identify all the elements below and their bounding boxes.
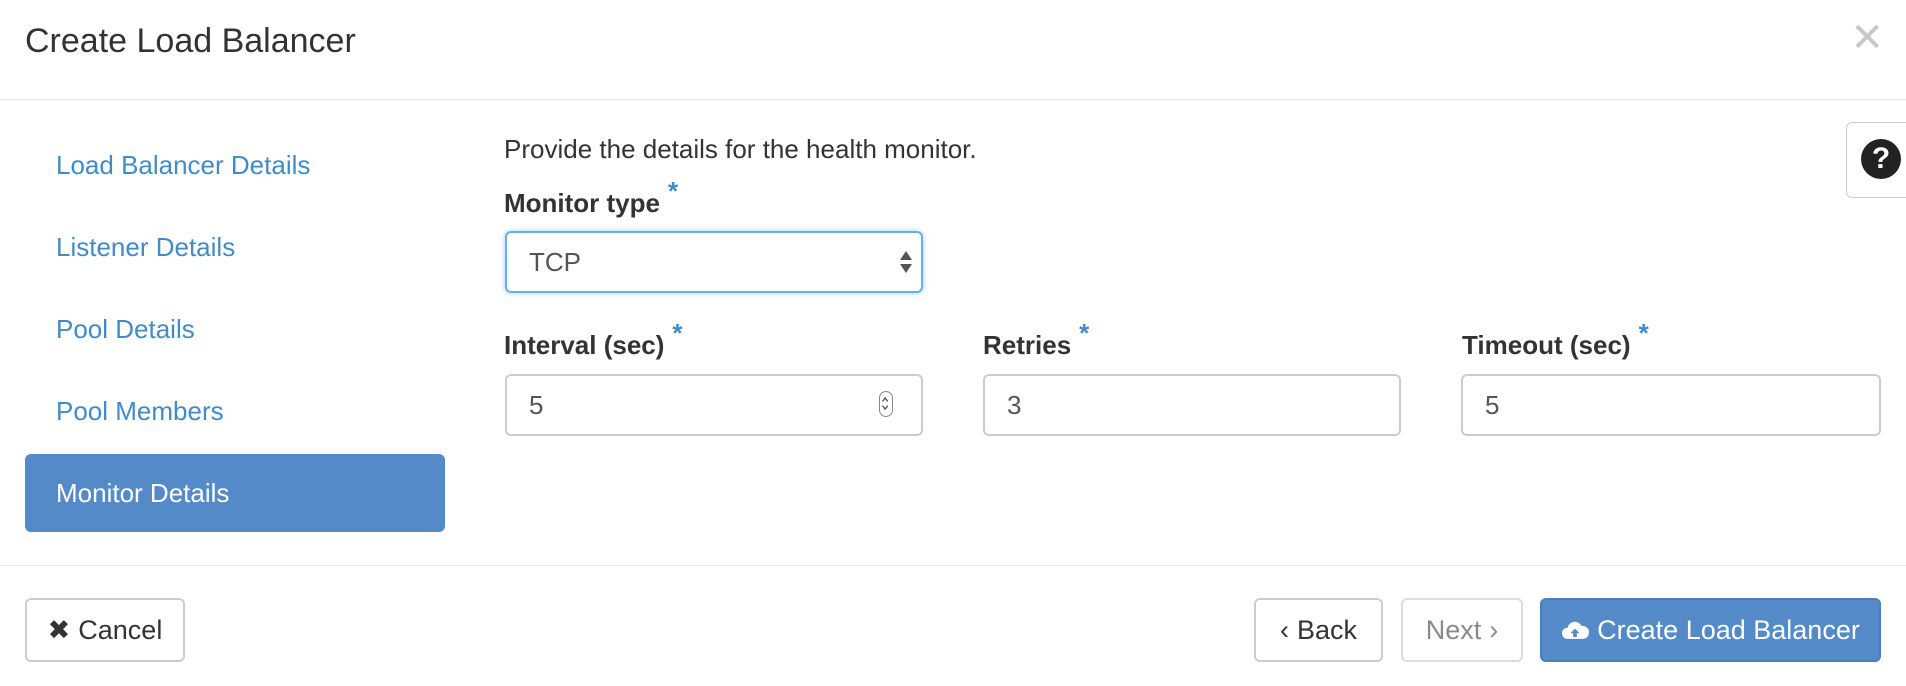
help-text: Provide the details for the health monit… bbox=[504, 134, 977, 164]
retries-value: 3 bbox=[1007, 390, 1022, 420]
interval-label: Interval (sec) * bbox=[504, 318, 683, 361]
retries-label-text: Retries bbox=[983, 330, 1072, 360]
nav-item-listener-details[interactable]: Listener Details bbox=[25, 208, 445, 286]
wizard-nav: Load Balancer Details Listener Details P… bbox=[25, 126, 445, 536]
help-tab[interactable]: ? bbox=[1846, 122, 1906, 198]
modal-title: Create Load Balancer bbox=[25, 22, 356, 60]
monitor-type-value: TCP bbox=[529, 247, 581, 277]
nav-item-monitor-details[interactable]: Monitor Details bbox=[25, 454, 445, 532]
monitor-type-select[interactable]: TCP bbox=[505, 231, 923, 293]
select-arrows-icon bbox=[900, 251, 912, 273]
times-icon: ✖ bbox=[47, 615, 71, 645]
modal-header: Create Load Balancer ✕ bbox=[0, 0, 1906, 100]
monitor-type-label-text: Monitor type bbox=[504, 188, 660, 218]
timeout-value: 5 bbox=[1485, 390, 1500, 420]
cancel-button[interactable]: ✖ Cancel bbox=[25, 598, 185, 662]
timeout-label-text: Timeout (sec) bbox=[1462, 330, 1631, 360]
required-marker: * bbox=[668, 176, 679, 206]
close-icon[interactable]: ✕ bbox=[1850, 18, 1884, 58]
cancel-label: Cancel bbox=[78, 615, 163, 645]
required-marker: * bbox=[1079, 318, 1090, 348]
required-marker: * bbox=[1638, 318, 1649, 348]
nav-item-load-balancer-details[interactable]: Load Balancer Details bbox=[25, 126, 445, 204]
stepper-icon[interactable] bbox=[879, 391, 893, 417]
timeout-input[interactable]: 5 bbox=[1461, 374, 1881, 436]
monitor-type-label: Monitor type * bbox=[504, 176, 678, 219]
create-load-balancer-button[interactable]: Create Load Balancer bbox=[1540, 598, 1881, 662]
question-circle-icon: ? bbox=[1861, 139, 1901, 179]
next-label: Next bbox=[1425, 615, 1482, 645]
next-button[interactable]: Next › bbox=[1401, 598, 1523, 662]
retries-input[interactable]: 3 bbox=[983, 374, 1401, 436]
nav-item-pool-details[interactable]: Pool Details bbox=[25, 290, 445, 368]
timeout-label: Timeout (sec) * bbox=[1462, 318, 1649, 361]
cloud-upload-icon bbox=[1561, 600, 1590, 660]
interval-value: 5 bbox=[529, 390, 544, 420]
create-label: Create Load Balancer bbox=[1597, 615, 1860, 645]
back-label: Back bbox=[1296, 615, 1358, 645]
required-marker: * bbox=[672, 318, 683, 348]
chevron-left-icon: ‹ bbox=[1279, 615, 1289, 645]
interval-input[interactable]: 5 bbox=[505, 374, 923, 436]
nav-item-pool-members[interactable]: Pool Members bbox=[25, 372, 445, 450]
chevron-right-icon: › bbox=[1489, 615, 1499, 645]
retries-label: Retries * bbox=[983, 318, 1089, 361]
back-button[interactable]: ‹ Back bbox=[1254, 598, 1383, 662]
interval-label-text: Interval (sec) bbox=[504, 330, 665, 360]
